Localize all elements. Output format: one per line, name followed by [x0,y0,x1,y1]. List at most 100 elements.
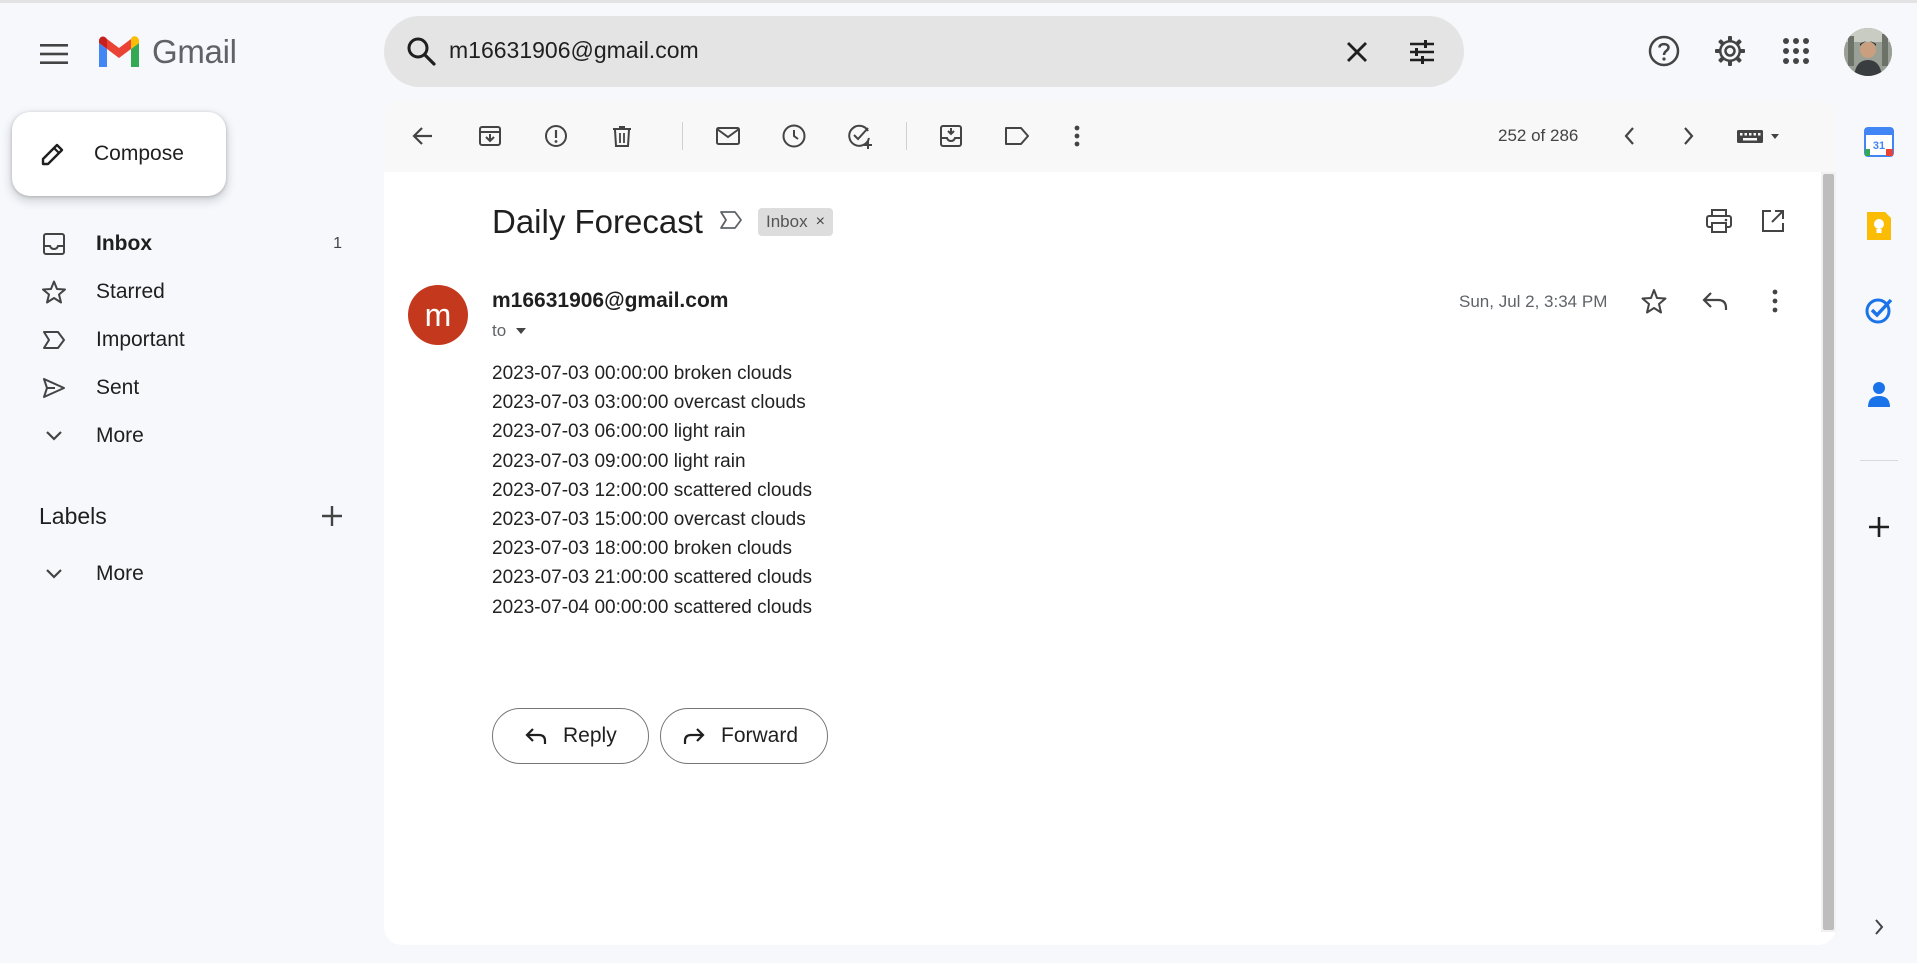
app-header: Gmail m16631906@gmail.com [0,3,1917,99]
print-all-button[interactable] [1705,208,1733,239]
search-icon[interactable] [404,34,440,75]
star-icon [1641,289,1667,314]
gear-icon [1715,36,1745,66]
compose-button[interactable]: Compose [12,112,226,196]
star-message-button[interactable] [1639,286,1669,321]
inbox-icon [40,230,68,258]
labels-button[interactable] [998,117,1036,155]
close-icon [1347,42,1367,62]
remove-label-button[interactable]: × [816,213,825,231]
sidebar-item-label: More [96,424,144,447]
body-line: 2023-07-03 18:00:00 broken clouds [492,538,793,560]
forward-button[interactable]: Forward [660,708,828,764]
snooze-icon [782,124,806,148]
calendar-app-button[interactable]: 31 [1862,125,1896,159]
forward-label: Forward [721,724,799,747]
help-icon [1648,35,1680,67]
report-spam-button[interactable] [537,117,575,155]
recipients-toggle[interactable]: to [492,321,528,341]
reply-icon [1702,292,1728,310]
delete-button[interactable] [603,117,641,155]
sidebar-item-more[interactable]: More [0,412,360,460]
search-input[interactable]: m16631906@gmail.com [449,37,699,64]
mark-unread-button[interactable] [709,117,747,155]
plus-icon [1869,517,1889,537]
clear-search-button[interactable] [1339,34,1375,75]
calendar-day: 31 [1873,140,1885,152]
expand-side-panel-button[interactable] [1862,910,1896,944]
compose-label: Compose [94,142,184,165]
menu-icon [40,44,68,64]
message-position: 252 of 286 [1498,126,1579,145]
side-panel-divider [1860,460,1898,461]
message-subject: Daily Forecast [492,203,703,240]
snooze-button[interactable] [775,117,813,155]
account-avatar[interactable] [1844,28,1892,76]
caret-down-icon [516,328,527,334]
older-button[interactable] [1670,117,1708,155]
forward-icon [683,728,705,744]
sender-avatar[interactable]: m [408,285,468,345]
sidebar-item-important[interactable]: Important [0,316,360,364]
add-to-tasks-button[interactable] [841,117,879,155]
body-line: 2023-07-03 03:00:00 overcast clouds [492,392,806,414]
scrollbar[interactable] [1821,172,1836,932]
message-more-button[interactable] [1760,286,1790,321]
archive-button[interactable] [471,117,509,155]
sidebar-item-inbox[interactable]: Inbox 1 [0,220,360,268]
main-menu-button[interactable] [30,30,78,78]
unread-count: 1 [333,235,342,252]
report-spam-icon [545,125,567,147]
move-to-button[interactable] [932,117,970,155]
open-in-new-window-button[interactable] [1760,208,1786,239]
archive-icon [479,126,501,146]
important-icon [40,326,68,354]
keep-app-button[interactable] [1862,209,1896,243]
message-body: 2023-07-03 00:00:00 broken clouds 2023-0… [492,359,812,622]
profile-photo-icon [1844,28,1892,76]
tasks-app-button[interactable] [1862,293,1896,327]
more-actions-button[interactable] [1058,117,1096,155]
apps-icon [1783,38,1809,64]
labels-more[interactable]: More [0,550,360,598]
reply-button-top[interactable] [1700,286,1730,321]
get-addons-button[interactable] [1862,510,1896,544]
delete-icon [613,126,631,147]
gmail-logo[interactable]: Gmail [96,33,237,71]
contacts-app-button[interactable] [1862,377,1896,411]
sender-email[interactable]: m16631906@gmail.com [492,289,728,313]
expand-icon [1875,919,1884,935]
sidebar-item-sent[interactable]: Sent [0,364,360,412]
inbox-label-chip[interactable]: Inbox × [758,208,833,236]
scrollbar-thumb[interactable] [1823,174,1834,930]
more-vert-icon [1772,289,1778,313]
tune-icon [1410,40,1434,64]
search-options-button[interactable] [1404,34,1440,75]
create-label-button[interactable] [318,502,346,535]
newer-button[interactable] [1610,117,1648,155]
body-line: 2023-07-03 00:00:00 broken clouds [492,363,793,384]
reply-label: Reply [563,724,617,747]
google-apps-button[interactable] [1776,31,1816,71]
open-new-window-icon [1762,210,1784,232]
help-button[interactable] [1644,31,1684,71]
recipients-label: to [492,321,507,340]
important-marker[interactable] [718,208,744,237]
back-button[interactable] [404,117,442,155]
back-arrow-icon [412,127,432,145]
sidebar-item-starred[interactable]: Starred [0,268,360,316]
reply-button[interactable]: Reply [492,708,649,764]
settings-button[interactable] [1710,31,1750,71]
calendar-icon: 31 [1864,127,1894,157]
keyboard-icon [1737,130,1779,143]
app-name: Gmail [152,33,237,70]
body-line: 2023-07-03 21:00:00 scattered clouds [492,567,813,589]
tasks-icon [1865,298,1893,324]
toolbar-divider [682,122,683,150]
plus-icon [322,506,342,526]
add-task-icon [848,124,872,149]
star-icon [40,278,68,306]
sidebar-item-label: Inbox [96,232,152,255]
search-bar[interactable]: m16631906@gmail.com [384,16,1464,87]
input-tools-button[interactable] [1726,117,1792,155]
